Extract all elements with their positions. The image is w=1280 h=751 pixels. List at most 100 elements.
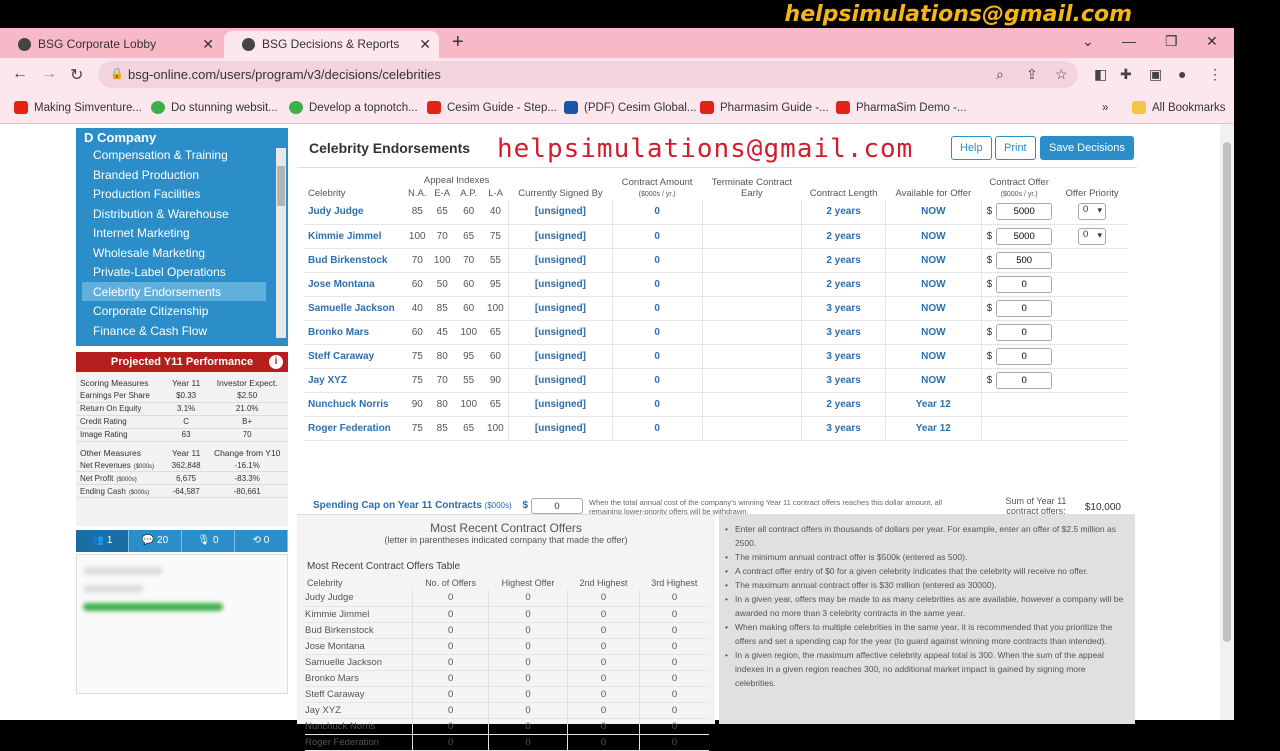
sidebar-item[interactable]: Distribution & Warehouse — [76, 204, 288, 224]
contract-amount: 0 — [611, 224, 703, 249]
sidebar-item[interactable]: Finance & Cash Flow — [76, 321, 288, 341]
sidebar-item[interactable]: Compensation & Training — [76, 145, 288, 165]
recent-cell: 0 — [488, 686, 568, 703]
share-icon[interactable]: ⇪ — [1026, 66, 1038, 83]
puzzle-icon[interactable]: ✚ — [1120, 66, 1132, 83]
spending-cap-input[interactable]: 0 — [531, 498, 583, 514]
lock-icon: 🔒 — [110, 68, 124, 80]
recent-cell: Judy Judge — [305, 590, 413, 607]
close-window-icon[interactable]: ✕ — [1206, 33, 1218, 50]
url-field[interactable]: 🔒 bsg-online.com/users/program/v3/decisi… — [98, 61, 1078, 88]
celebrity-row: Samuelle Jackson 40 85 60 100 [unsigned] 0 3 ye… — [305, 296, 1127, 321]
appeal-na: 85 — [404, 200, 430, 225]
bookmark-item[interactable]: Pharmasim Guide -... — [700, 101, 829, 114]
contract-offer-input[interactable] — [996, 275, 1053, 293]
menu-icon[interactable]: ⋮ — [1208, 66, 1222, 83]
reload-icon[interactable]: ↻ — [70, 65, 83, 85]
contract-length: 3 years — [801, 368, 886, 393]
info-icon[interactable]: i — [269, 355, 283, 369]
performance-cell: Return On Equity — [76, 402, 166, 416]
bookmark-item[interactable]: PharmaSim Demo -... — [836, 101, 967, 114]
contract-offer-input[interactable] — [996, 299, 1053, 317]
available-for-offer: NOW — [884, 248, 982, 273]
appeal-ap: 60 — [454, 200, 483, 225]
help-button[interactable]: Help — [951, 136, 992, 160]
appeal-ea: 70 — [429, 224, 455, 249]
contract-offer-input[interactable] — [996, 371, 1053, 389]
sidebar-item[interactable]: Wholesale Marketing — [76, 243, 288, 263]
profile-icon[interactable]: ● — [1178, 66, 1186, 82]
performance-cell: 21.0% — [206, 402, 288, 416]
forward-icon[interactable]: → — [41, 65, 57, 83]
bookmark-item[interactable]: Do stunning websit... — [151, 101, 278, 114]
refresh-tab[interactable]: ⟲ 0 — [235, 530, 288, 552]
recent-cell: 0 — [566, 686, 640, 703]
recent-cell: 0 — [639, 734, 709, 751]
minimize-icon[interactable]: — — [1122, 33, 1136, 49]
star-icon[interactable]: ☆ — [1055, 66, 1068, 83]
recent-cell: 0 — [639, 654, 709, 671]
scroll-thumb[interactable] — [277, 166, 285, 206]
scroll-thumb[interactable] — [1223, 142, 1231, 642]
appeal-ea: 85 — [429, 416, 455, 441]
tab-decisions-reports[interactable]: BSG Decisions & Reports ✕ — [224, 31, 439, 58]
restore-icon[interactable]: ❐ — [1165, 33, 1178, 50]
watermark-top: helpsimulations@gmail.com — [784, 2, 1132, 27]
sidebar-item[interactable]: Corporate Citizenship — [76, 301, 288, 321]
appeal-ea: 65 — [429, 200, 455, 225]
all-bookmarks[interactable]: All Bookmarks — [1132, 101, 1226, 114]
sidebar-item[interactable]: Production Facilities — [76, 184, 288, 204]
blurred-panel — [76, 554, 288, 694]
priority-cell — [1057, 296, 1127, 321]
recent-cell: Jay XYZ — [305, 702, 413, 719]
bookmark-item[interactable]: (PDF) Cesim Global... — [564, 101, 696, 114]
contract-offer-input[interactable] — [996, 203, 1053, 221]
contract-offer-input[interactable] — [996, 347, 1053, 365]
extension-icon[interactable]: ◧ — [1094, 66, 1107, 83]
folder-icon — [1132, 101, 1146, 114]
priority-cell — [1057, 272, 1127, 297]
recent-cell: 0 — [566, 718, 640, 735]
print-button[interactable]: Print — [995, 136, 1036, 160]
back-icon[interactable]: ← — [12, 65, 28, 83]
spending-cap-label: Spending Cap on Year 11 Contracts ($000s… — [313, 500, 528, 511]
recent-col-header: 2nd Highest — [579, 578, 628, 588]
performance-cell: 3.1% — [165, 402, 207, 416]
performance-cell: 70 — [206, 428, 288, 442]
offer-priority-select[interactable]: 0 — [1078, 203, 1107, 221]
performance-cell: Ending Cash ($000s) — [76, 484, 166, 498]
tab-corporate-lobby[interactable]: BSG Corporate Lobby ✕ — [0, 31, 222, 58]
sidebar-scrollbar[interactable] — [276, 148, 286, 338]
recent-cell: 0 — [639, 606, 709, 623]
contract-offer-input[interactable] — [996, 323, 1053, 341]
close-icon[interactable]: ✕ — [202, 36, 214, 53]
bookmark-item[interactable]: Cesim Guide - Step... — [427, 101, 557, 114]
sidebar-item[interactable]: Branded Production — [76, 165, 288, 185]
appeal-la: 55 — [482, 248, 509, 273]
recent-cell: 0 — [412, 638, 489, 655]
recent-cell: 0 — [639, 718, 709, 735]
team-tab[interactable]: 👥 1 — [76, 530, 129, 552]
bookmark-item[interactable]: Develop a topnotch... — [289, 101, 418, 114]
close-icon[interactable]: ✕ — [419, 36, 431, 53]
offer-priority-select[interactable]: 0 — [1078, 227, 1107, 245]
more-bookmarks-icon[interactable]: » — [1102, 102, 1108, 114]
chevron-down-icon[interactable]: ⌄ — [1082, 33, 1094, 50]
sidebar-item[interactable]: Internet Marketing — [76, 223, 288, 243]
sidebar-item[interactable]: Private-Label Operations — [76, 262, 288, 282]
save-decisions-button[interactable]: Save Decisions — [1040, 136, 1134, 160]
mic-tab[interactable]: 🎙 0 — [182, 530, 235, 552]
bookmark-item[interactable]: Making Simventure... — [14, 101, 142, 114]
contract-offer-input[interactable] — [996, 227, 1053, 245]
contract-length: 2 years — [801, 392, 886, 417]
sidebar-item[interactable]: Celebrity Endorsements — [82, 281, 266, 301]
col-amount: Contract Amount ($000s / yr.) — [621, 177, 693, 198]
messages-tab[interactable]: 💬 20 — [129, 530, 182, 552]
zoom-icon[interactable]: ⌕ — [996, 66, 1004, 83]
youtube-icon — [14, 101, 28, 114]
currency-symbol: $ — [986, 278, 993, 290]
sidepanel-icon[interactable]: ▣ — [1149, 66, 1162, 83]
new-tab-button[interactable]: + — [452, 31, 464, 54]
contract-offer-input[interactable] — [996, 251, 1053, 269]
page-scrollbar[interactable] — [1220, 124, 1234, 720]
